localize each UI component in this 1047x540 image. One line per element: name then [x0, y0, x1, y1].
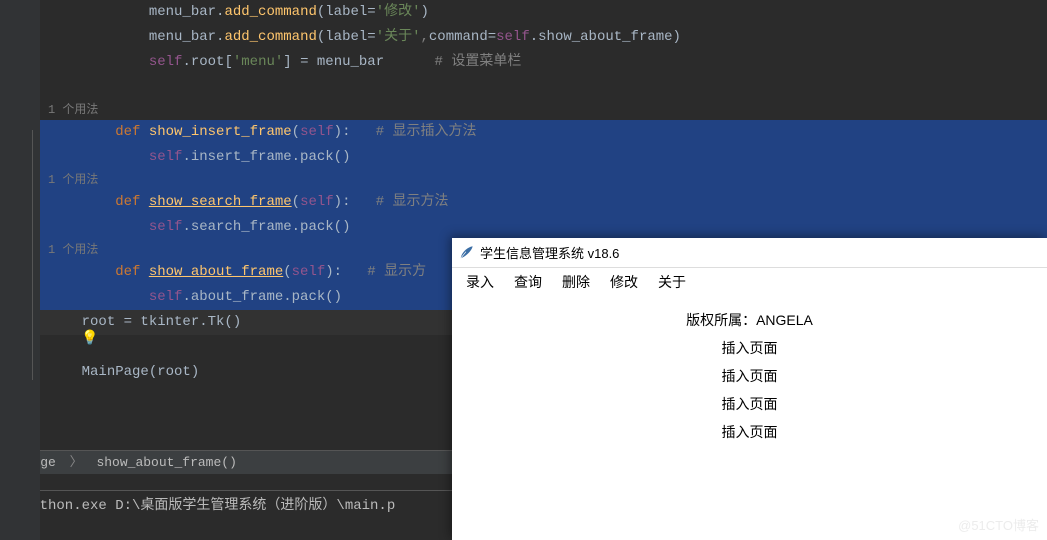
blank-line[interactable]	[40, 75, 1047, 100]
tk-feather-icon	[458, 245, 474, 261]
watermark: @51CTO博客	[958, 515, 1039, 534]
tk-app-window[interactable]: 学生信息管理系统 v18.6 录入 查询 删除 修改 关于 版权所属：ANGEL…	[452, 238, 1047, 540]
body-label: 插入页面	[452, 390, 1047, 418]
usage-hint[interactable]: 1 个用法	[40, 100, 1047, 120]
code-line[interactable]: menu_bar.add_command(label='修改')	[40, 0, 1047, 25]
chevron-right-icon: 〉	[67, 455, 86, 470]
code-line[interactable]: self.insert_frame.pack()	[40, 145, 1047, 170]
fold-guide	[32, 130, 33, 380]
copyright-label: 版权所属：ANGELA	[452, 306, 1047, 334]
code-line[interactable]: self.search_frame.pack()	[40, 215, 1047, 240]
menu-item[interactable]: 录入	[456, 270, 504, 294]
titlebar[interactable]: 学生信息管理系统 v18.6	[452, 238, 1047, 268]
breadcrumb-item[interactable]: show_about_frame()	[93, 455, 239, 470]
intention-bulb-icon[interactable]: 💡	[80, 330, 100, 347]
menu-item[interactable]: 查询	[504, 270, 552, 294]
menu-item[interactable]: 关于	[648, 270, 696, 294]
menubar[interactable]: 录入 查询 删除 修改 关于	[452, 268, 1047, 296]
code-line[interactable]: def show_search_frame(self): # 显示方法	[40, 190, 1047, 215]
menu-item[interactable]: 删除	[552, 270, 600, 294]
window-title: 学生信息管理系统 v18.6	[480, 243, 619, 262]
app-body: 版权所属：ANGELA 插入页面 插入页面 插入页面 插入页面	[452, 296, 1047, 446]
console-output: s\python.exe D:\桌面版学生管理系统（进阶版）\main.p	[6, 498, 395, 514]
body-label: 插入页面	[452, 418, 1047, 446]
code-line[interactable]: self.root['menu'] = menu_bar # 设置菜单栏	[40, 50, 1047, 75]
code-line[interactable]: menu_bar.add_command(label='关于',command=…	[40, 25, 1047, 50]
code-line[interactable]: def show_insert_frame(self): # 显示插入方法	[40, 120, 1047, 145]
body-label: 插入页面	[452, 362, 1047, 390]
usage-hint[interactable]: 1 个用法	[40, 170, 1047, 190]
menu-item[interactable]: 修改	[600, 270, 648, 294]
body-label: 插入页面	[452, 334, 1047, 362]
gutter	[0, 0, 40, 540]
